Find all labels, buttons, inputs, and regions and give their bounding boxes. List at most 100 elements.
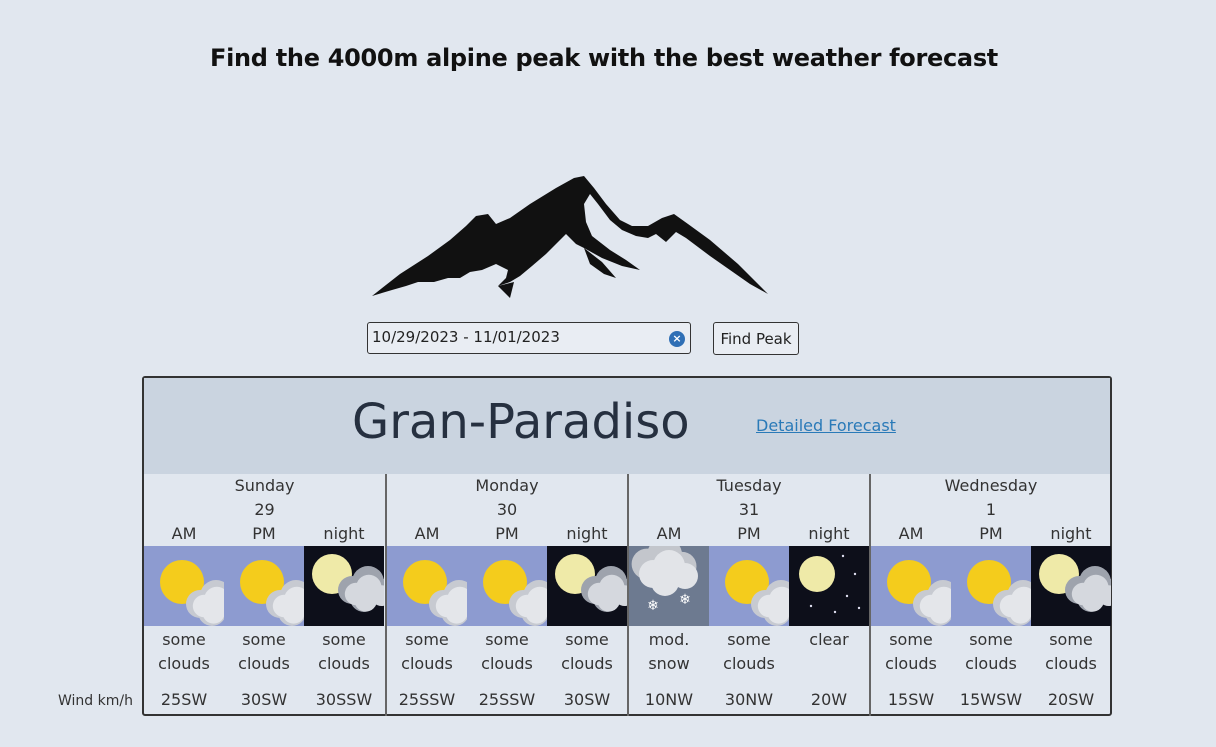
moon-cloud-icon	[1031, 546, 1111, 626]
period-label: AM	[898, 524, 924, 543]
weather-description: some clouds	[304, 628, 384, 676]
forecast-period: night some clouds	[304, 524, 384, 676]
period-label: AM	[656, 524, 682, 543]
description-line: some	[1049, 630, 1093, 649]
forecast-period: night some clouds	[547, 524, 627, 676]
description-line: clouds	[965, 654, 1017, 673]
date-range-input[interactable]	[372, 328, 662, 346]
snow-cloud-icon: ❄ ❄	[629, 546, 709, 626]
forecast-period: PM some clouds	[951, 524, 1031, 676]
forecast-day: Tuesday 31 10NW 30NW 20W AM ❄ ❄ mod. snow PM some cl…	[627, 474, 869, 716]
sun-cloud-icon	[709, 546, 789, 626]
forecast-period: AM some clouds	[871, 524, 951, 676]
weather-description: some clouds	[709, 628, 789, 676]
forecast-panel: Gran-Paradiso Detailed Forecast Sunday 29…	[142, 376, 1112, 716]
forecast-days: Sunday 29 25SW 30SW 30SSW AM some clouds PM some c…	[144, 474, 1111, 716]
weather-description: some clouds	[871, 628, 951, 676]
forecast-period: AM some clouds	[387, 524, 467, 676]
date-range-field[interactable]: ×	[367, 322, 691, 354]
wind-value: 30SSW	[315, 690, 373, 709]
clear-icon[interactable]: ×	[669, 331, 685, 347]
day-name: Wednesday	[944, 476, 1038, 495]
weather-description: some clouds	[951, 628, 1031, 676]
period-label: PM	[495, 524, 519, 543]
wind-value: 15WSW	[959, 690, 1023, 709]
description-line: some	[485, 630, 529, 649]
description-line: some	[242, 630, 286, 649]
wind-label: Wind km/h	[58, 693, 133, 709]
weather-description: some clouds	[387, 628, 467, 676]
description-line: clouds	[481, 654, 533, 673]
forecast-day: Wednesday 1 15SW 15WSW 20SW AM some clouds PM som…	[869, 474, 1111, 716]
wind-value: 30SW	[240, 690, 288, 709]
forecast-day: Monday 30 25SSW 25SSW 30SW AM some clouds PM some…	[385, 474, 627, 716]
description-line: clouds	[723, 654, 775, 673]
day-periods: AM some clouds PM some clouds night some clouds	[387, 524, 627, 676]
description-line: mod.	[648, 630, 690, 649]
day-name: Sunday	[234, 476, 295, 495]
description-line: some	[889, 630, 933, 649]
wind-value: 15SW	[887, 690, 935, 709]
period-label: night	[1050, 524, 1092, 543]
moon-cloud-icon	[304, 546, 384, 626]
description-line: clouds	[158, 654, 210, 673]
wind-value: 25SSW	[478, 690, 536, 709]
sun-cloud-icon	[871, 546, 951, 626]
moon-cloud-icon	[547, 546, 627, 626]
moon-clear-icon	[789, 546, 869, 626]
page-title: Find the 4000m alpine peak with the best…	[210, 44, 998, 72]
svg-text:❄: ❄	[679, 592, 691, 608]
forecast-period: PM some clouds	[709, 524, 789, 676]
period-label: PM	[737, 524, 761, 543]
day-date: 30	[496, 500, 518, 519]
description-line: some	[969, 630, 1013, 649]
sun-cloud-icon	[387, 546, 467, 626]
weather-description: mod. snow	[629, 628, 709, 676]
detailed-forecast-link[interactable]: Detailed Forecast	[756, 416, 896, 435]
day-date: 31	[738, 500, 760, 519]
description-line: snow	[648, 654, 690, 673]
forecast-day: Sunday 29 25SW 30SW 30SSW AM some clouds PM some c…	[144, 474, 385, 716]
day-periods: AM some clouds PM some clouds night some clouds	[871, 524, 1111, 676]
day-periods: AM ❄ ❄ mod. snow PM some clouds night clear	[629, 524, 869, 676]
description-line: some	[565, 630, 609, 649]
weather-description: some clouds	[144, 628, 224, 676]
wind-value: 10NW	[644, 690, 694, 709]
weather-description: some clouds	[467, 628, 547, 676]
weather-description: some clouds	[547, 628, 627, 676]
peak-name: Gran-Paradiso	[352, 394, 690, 450]
day-name: Tuesday	[716, 476, 782, 495]
wind-value: 20SW	[1047, 690, 1095, 709]
period-label: AM	[171, 524, 197, 543]
description-line: clouds	[238, 654, 290, 673]
day-date: 1	[985, 500, 997, 519]
description-line: clear	[809, 630, 849, 649]
sun-cloud-icon	[144, 546, 224, 626]
wind-value: 30NW	[724, 690, 774, 709]
wind-value: 25SW	[160, 690, 208, 709]
mountain-logo	[372, 176, 768, 298]
description-line: clouds	[561, 654, 613, 673]
description-line: some	[405, 630, 449, 649]
description-line: some	[322, 630, 366, 649]
forecast-period: PM some clouds	[224, 524, 304, 676]
wind-value: 30SW	[563, 690, 611, 709]
sun-cloud-icon	[467, 546, 547, 626]
wind-value: 25SSW	[398, 690, 456, 709]
period-label: PM	[252, 524, 276, 543]
day-name: Monday	[475, 476, 539, 495]
forecast-period: AM ❄ ❄ mod. snow	[629, 524, 709, 676]
period-label: PM	[979, 524, 1003, 543]
forecast-period: AM some clouds	[144, 524, 224, 676]
find-peak-button[interactable]: Find Peak	[713, 322, 799, 355]
period-label: night	[323, 524, 365, 543]
description-line: clouds	[401, 654, 453, 673]
day-date: 29	[254, 500, 275, 519]
weather-description: some clouds	[1031, 628, 1111, 676]
weather-description: clear	[789, 628, 869, 676]
period-label: AM	[414, 524, 440, 543]
description-line: clouds	[1045, 654, 1097, 673]
panel-header: Gran-Paradiso Detailed Forecast	[144, 378, 1110, 474]
day-periods: AM some clouds PM some clouds night some clouds	[144, 524, 385, 676]
description-line: clouds	[885, 654, 937, 673]
